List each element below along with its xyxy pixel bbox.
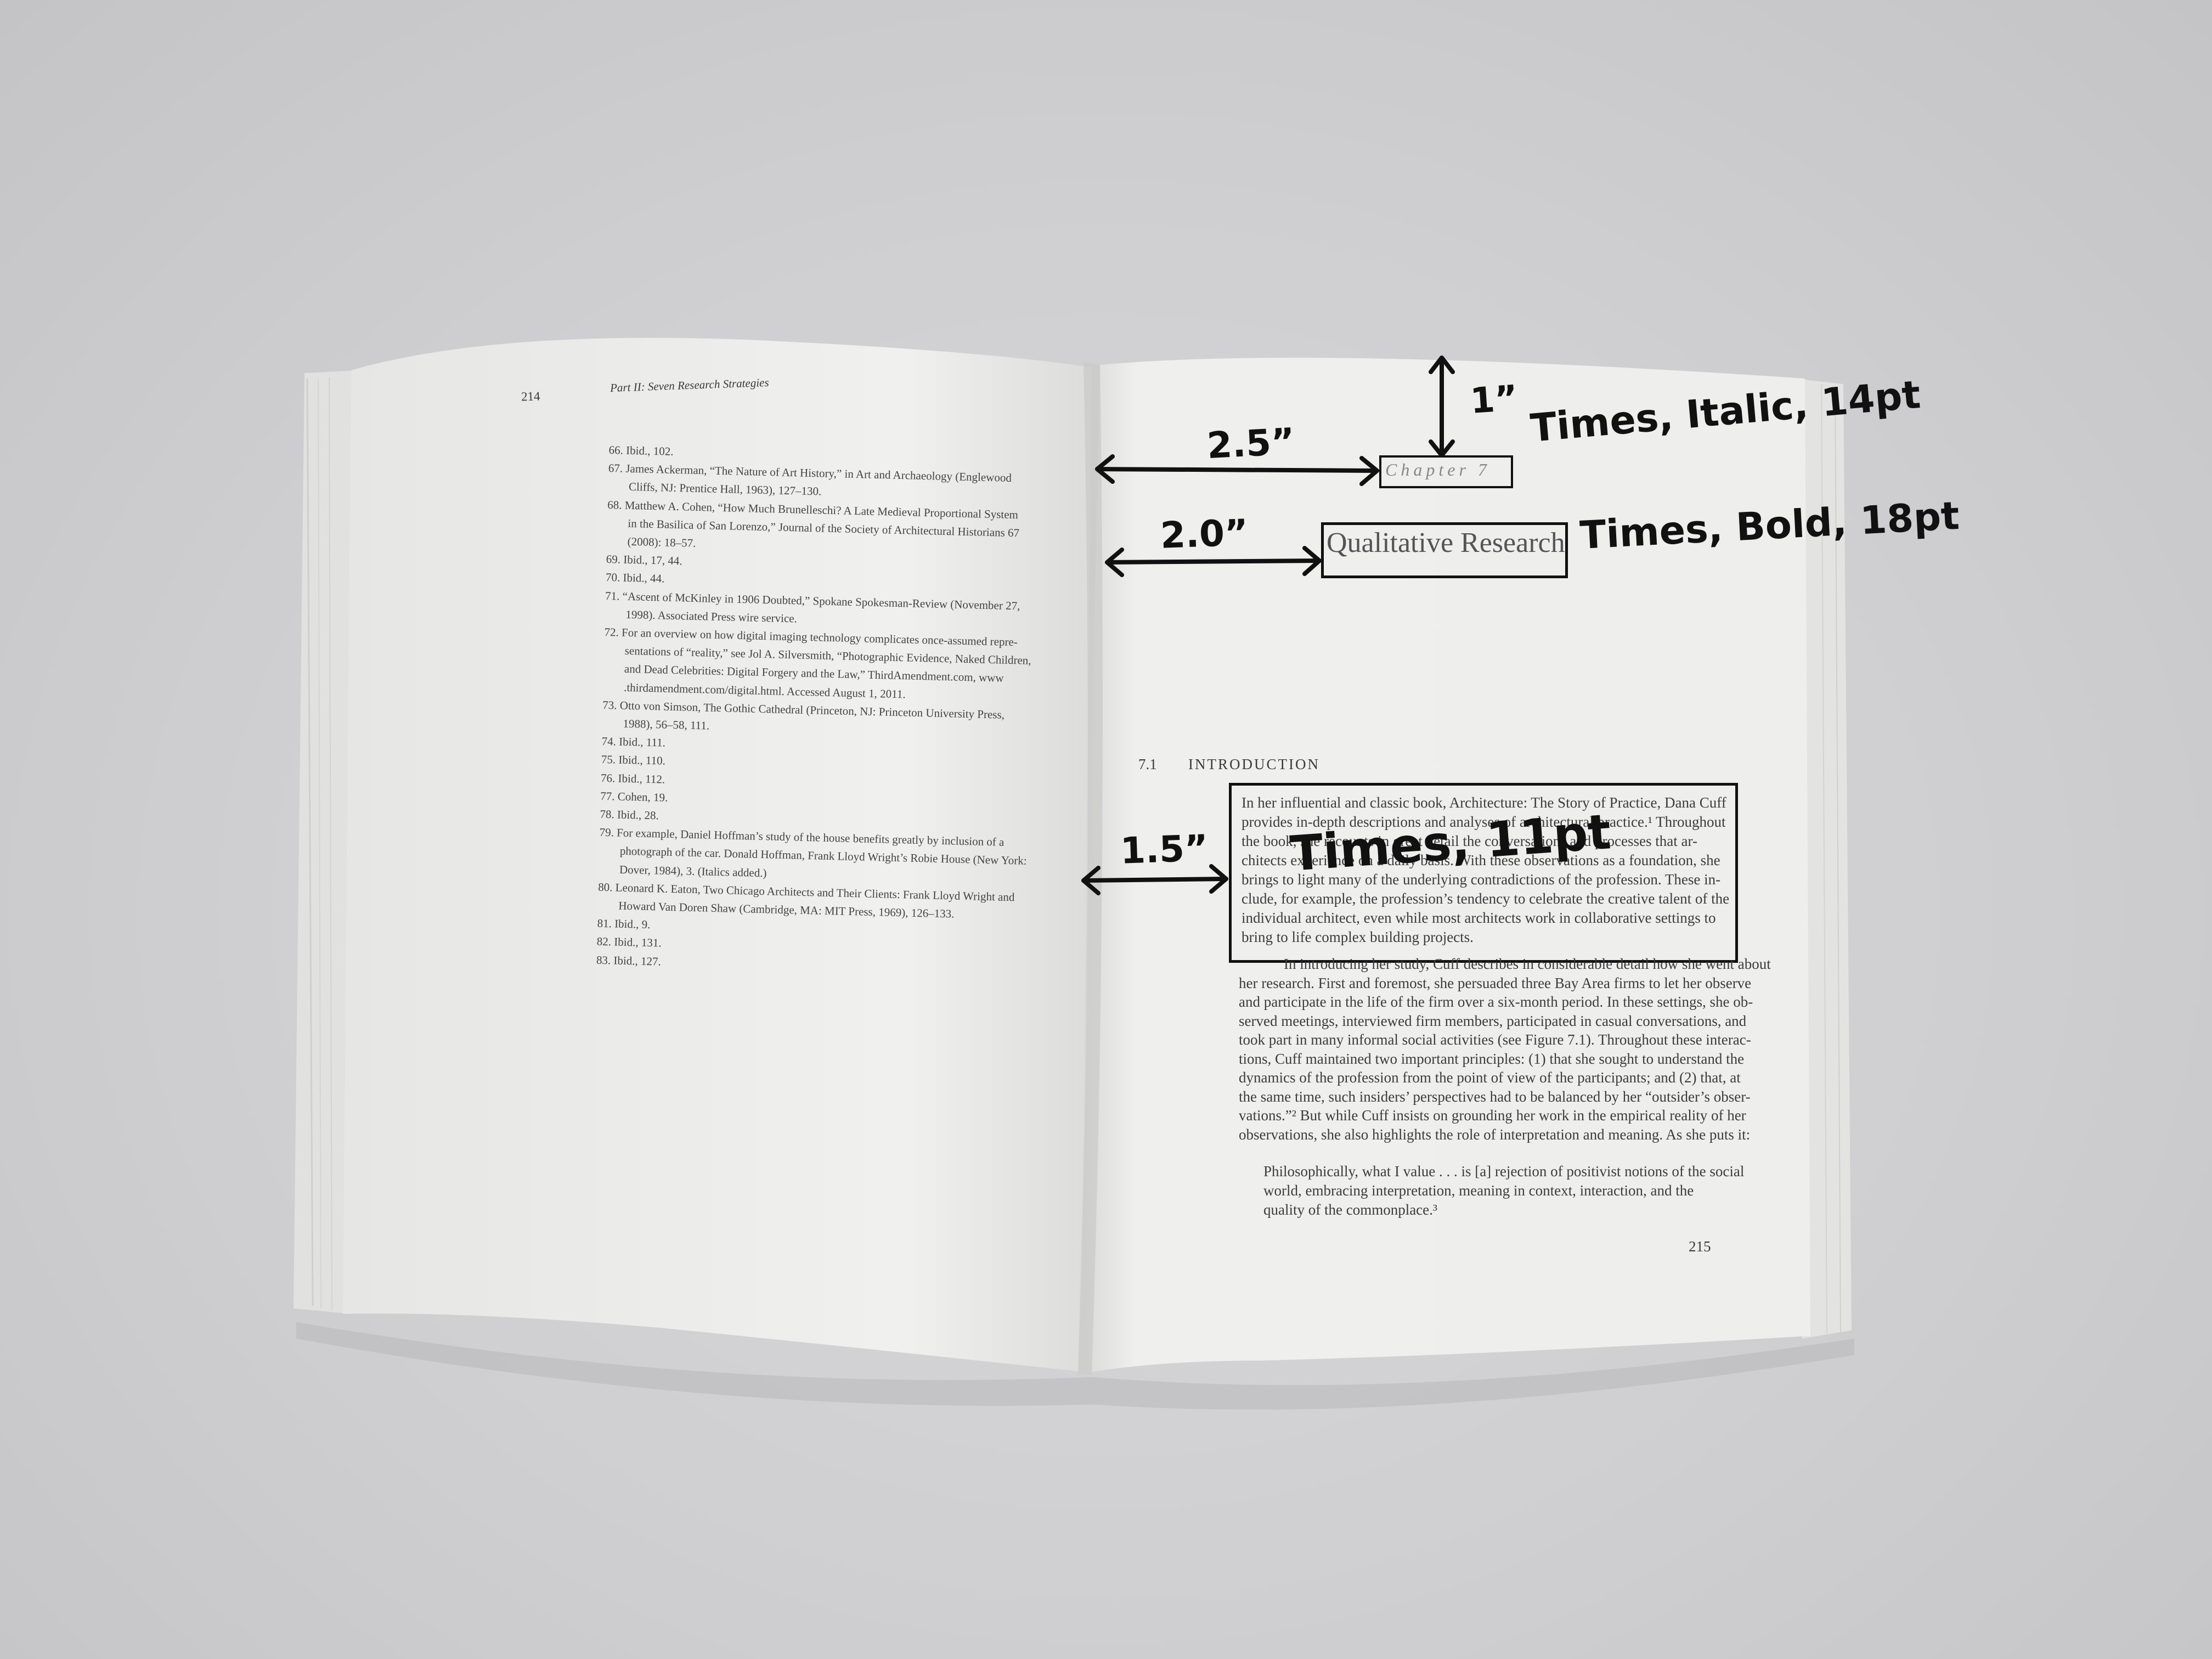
annotation-arrows — [1081, 356, 1455, 895]
top-margin-note: 1” — [1469, 378, 1520, 422]
photo-scene: 214 Part II: Seven Research Strategies 6… — [0, 0, 2212, 1659]
body-indent-note: 1.5” — [1119, 827, 1209, 872]
top-margin-arrow — [1429, 356, 1455, 458]
chapter-indent-note: 2.5” — [1206, 420, 1296, 467]
title-indent-note: 2.0” — [1159, 511, 1249, 557]
